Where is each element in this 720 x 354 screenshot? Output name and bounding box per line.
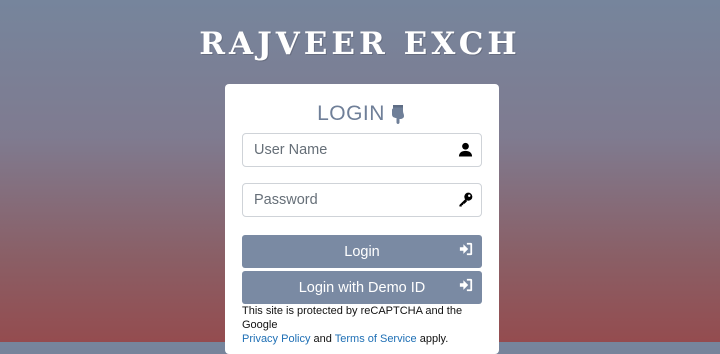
user-icon [458, 142, 473, 157]
privacy-policy-link[interactable]: Privacy Policy [242, 333, 310, 345]
demo-login-button-label: Login with Demo ID [298, 279, 426, 296]
sign-in-icon [459, 242, 473, 256]
recaptcha-notice: This site is protected by reCAPTCHA and … [242, 304, 487, 346]
demo-login-button[interactable]: Login with Demo ID [242, 271, 482, 304]
recaptcha-text: This site is protected by reCAPTCHA and … [242, 305, 463, 331]
sign-in-icon [459, 278, 473, 292]
login-card: LOGIN Login Login with Demo ID [225, 84, 499, 354]
key-icon [459, 192, 473, 207]
login-title: LOGIN [317, 102, 385, 125]
brand-logo: RAJVEER EXCH [199, 26, 521, 62]
hand-pointing-down-icon [391, 105, 404, 124]
terms-of-service-link[interactable]: Terms of Service [335, 333, 417, 345]
recaptcha-apply-text: apply. [419, 333, 449, 345]
username-field [242, 133, 482, 167]
username-input[interactable] [243, 134, 454, 166]
password-field [242, 183, 482, 217]
login-button-label: Login [344, 243, 380, 260]
password-input[interactable] [243, 184, 454, 216]
login-button[interactable]: Login [242, 235, 482, 268]
login-heading: LOGIN [225, 101, 499, 127]
recaptcha-and-text: and [313, 333, 332, 345]
